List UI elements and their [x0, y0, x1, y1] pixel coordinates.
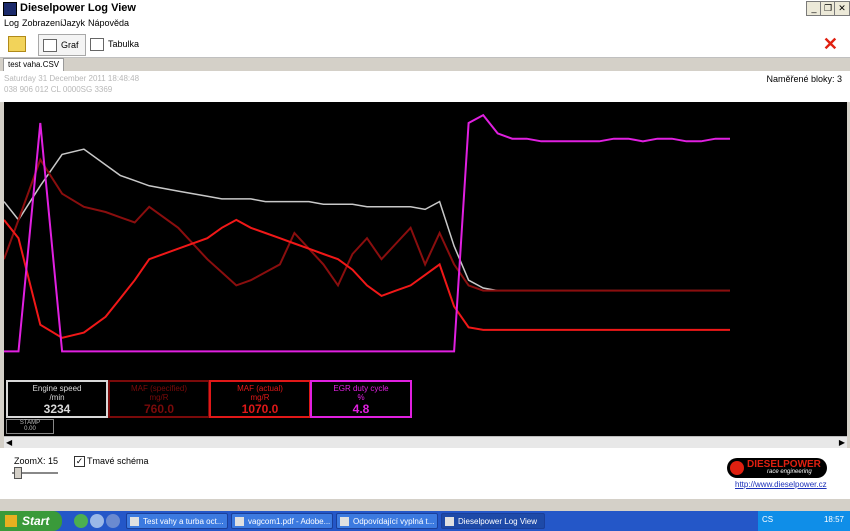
dark-scheme-checkbox[interactable]: ✓ — [74, 456, 85, 467]
chrome-icon[interactable] — [74, 514, 88, 528]
ecu-info: 038 906 012 CL 0000SG 3369 — [4, 85, 113, 94]
task-item[interactable]: Odpovídající vyplná t... — [336, 513, 438, 529]
gauge-unit: /min — [49, 393, 65, 402]
horizontal-scrollbar[interactable]: ◀ ▶ — [4, 436, 847, 448]
zoom-label: ZoomX: 15 — [14, 456, 59, 466]
dieselpower-logo: DIESELPOWER race engineering — [727, 458, 827, 478]
quicklaunch-icon[interactable] — [90, 514, 104, 528]
toolbar: Graf Tabulka — [0, 31, 850, 58]
taskbar: Start Test vahy a turba oct... vagcom1.p… — [0, 511, 850, 531]
task-label: Dieselpower Log View — [458, 517, 538, 526]
gauge-maf-specified: MAF (specified) mg/R 760.0 — [108, 380, 210, 418]
clock: 18:57 — [823, 515, 844, 524]
start-button[interactable]: Start — [0, 511, 62, 531]
gauge-value: 3234 — [43, 402, 71, 416]
gauge-egr-duty: EGR duty cycle % 4.8 — [310, 380, 412, 418]
stamp-box: STAMP 0.00 — [6, 419, 54, 434]
gauge-value: 1070.0 — [241, 402, 279, 416]
app-icon — [445, 517, 454, 526]
windows-logo-icon — [5, 515, 17, 527]
pdf-icon — [235, 517, 244, 526]
dark-scheme-label: Tmavé schéma — [87, 456, 149, 466]
gauge-unit: mg/R — [149, 393, 169, 402]
website-link[interactable]: http://www.dieselpower.cz — [735, 480, 827, 489]
window-title: Dieselpower Log View — [20, 2, 136, 14]
folder-open-icon[interactable] — [8, 36, 26, 52]
chart-area[interactable]: Engine speed /min 3234 MAF (specified) m… — [4, 102, 847, 436]
stamp-value: 0.00 — [24, 426, 36, 432]
tab-table-label: Tabulka — [108, 39, 140, 49]
menu-help[interactable]: Nápověda — [88, 18, 129, 28]
series-line-engine-speed — [4, 148, 730, 292]
task-label: Test vahy a turba oct... — [143, 517, 224, 526]
gauge-name: EGR duty cycle — [333, 384, 389, 393]
task-item[interactable]: Test vahy a turba oct... — [126, 513, 228, 529]
gauge-maf-actual: MAF (actual) mg/R 1070.0 — [209, 380, 311, 418]
browser-icon — [340, 517, 349, 526]
gauge-value: 4.8 — [352, 402, 370, 416]
scroll-right-icon[interactable]: ▶ — [839, 438, 845, 447]
app-icon — [3, 2, 17, 16]
task-item[interactable]: vagcom1.pdf - Adobe... — [231, 513, 333, 529]
graph-icon — [43, 39, 57, 52]
bottom-panel: ZoomX: 15 ✓ Tmavé schéma DIESELPOWER rac… — [0, 448, 850, 499]
language-indicator[interactable]: CS — [762, 515, 773, 524]
gauge-name: MAF (actual) — [237, 384, 283, 393]
series-line-maf-specified- — [4, 157, 730, 292]
tab-graph[interactable]: Graf — [38, 34, 86, 56]
scroll-left-icon[interactable]: ◀ — [6, 438, 12, 447]
task-label: Odpovídající vyplná t... — [353, 517, 435, 526]
info-bar: Saturday 31 December 2011 18:48:48 038 9… — [0, 71, 850, 102]
zoom-slider-thumb[interactable] — [14, 467, 22, 479]
menu-bar: Log Zobrazení Jazyk Nápověda — [0, 17, 850, 31]
window-close-button[interactable]: ✕ — [834, 1, 850, 16]
system-tray: CS 18:57 — [758, 511, 850, 531]
tab-graph-label: Graf — [61, 40, 79, 50]
title-bar: Dieselpower Log View _ ❐ ✕ — [0, 0, 850, 18]
log-date: Saturday 31 December 2011 18:48:48 — [4, 74, 140, 83]
menu-language[interactable]: Jazyk — [62, 18, 85, 28]
start-label: Start — [22, 514, 50, 528]
menu-view[interactable]: Zobrazení — [22, 18, 63, 28]
logo-mark-icon — [730, 461, 744, 475]
gauge-value: 760.0 — [143, 402, 175, 416]
menu-log[interactable]: Log — [4, 18, 19, 28]
task-label: vagcom1.pdf - Adobe... — [248, 517, 331, 526]
table-icon — [90, 38, 104, 51]
gauge-unit: % — [357, 393, 365, 402]
task-item-active[interactable]: Dieselpower Log View — [441, 513, 545, 529]
gauge-engine-speed: Engine speed /min 3234 — [6, 380, 108, 418]
close-icon[interactable]: ✕ — [823, 34, 838, 55]
tab-table[interactable]: Tabulka — [86, 34, 145, 54]
file-tab[interactable]: test vaha.CSV — [3, 58, 65, 71]
gauge-name: MAF (specified) — [130, 384, 187, 393]
media-icon[interactable] — [106, 514, 120, 528]
measured-blocks: Naměřené bloky: 3 — [766, 74, 842, 84]
logo-subtitle: race engineering — [767, 469, 812, 475]
word-icon — [130, 517, 139, 526]
gauge-name: Engine speed — [32, 384, 82, 393]
gauge-unit: mg/R — [250, 393, 270, 402]
series-line-egr-duty-cycle — [4, 113, 730, 353]
